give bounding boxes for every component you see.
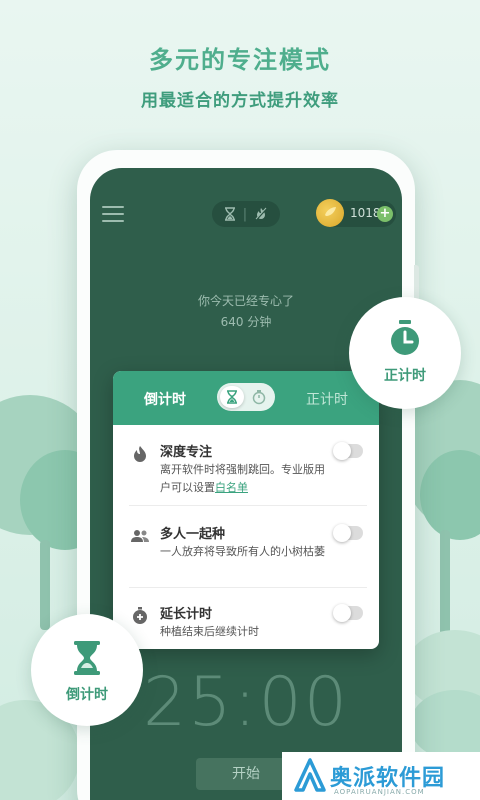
toggle-knob: [220, 386, 244, 408]
group-icon: [131, 530, 149, 542]
option-description: 一人放弃将导致所有人的小树枯萎: [160, 545, 325, 558]
deep-focus-switch[interactable]: [333, 442, 363, 460]
watermark-subtext: AOPAIRUANJIAN.COM: [334, 788, 425, 796]
divider: [129, 505, 367, 506]
hourglass-icon: [74, 641, 100, 675]
fire-icon: [134, 446, 146, 462]
option-title: 多人一起种: [160, 527, 226, 542]
option-description: 种植结束后继续计时: [160, 625, 259, 638]
headline: 多元的专注模式: [149, 46, 331, 74]
pill-divider: |: [242, 206, 248, 222]
hourglass-icon: [224, 207, 235, 221]
coin-counter[interactable]: 1018 +: [316, 199, 396, 227]
focus-summary-line1: 你今天已经专心了: [197, 294, 294, 308]
menu-icon[interactable]: [102, 206, 124, 224]
subheadline: 用最适合的方式提升效率: [141, 91, 339, 111]
add-coins-button[interactable]: +: [377, 206, 393, 222]
option-title: 延长计时: [160, 607, 213, 622]
whitelist-link[interactable]: 白名单: [215, 481, 248, 494]
divider: [129, 587, 367, 588]
stopwatch-icon: [391, 320, 419, 355]
coin-count: 1018: [350, 206, 381, 220]
stopwatch-plus-icon: [133, 607, 147, 624]
focus-mode-popup: 倒计时 正计时 深度专注 离开软件时将强制跳回。专业版用户可以设置白名单 多人一…: [113, 371, 379, 649]
extend-timer-switch[interactable]: [333, 604, 363, 622]
tab-countdown[interactable]: 倒计时: [144, 389, 186, 409]
start-button[interactable]: 开始: [196, 758, 296, 790]
tab-countup[interactable]: 正计时: [306, 389, 348, 409]
countdown-badge-label: 倒计时: [66, 687, 108, 703]
timer-mode-toggle[interactable]: [217, 383, 275, 411]
stopwatch-icon: [251, 389, 267, 409]
watermark-logo-icon: [294, 758, 326, 792]
coin-icon: [316, 199, 344, 227]
watermark: 奥派软件园 AOPAIRUANJIAN.COM: [282, 752, 480, 800]
multiplayer-switch[interactable]: [333, 524, 363, 542]
countup-badge-label: 正计时: [384, 368, 426, 384]
option-description: 离开软件时将强制跳回。专业版用户可以设置白名单: [160, 463, 325, 494]
hourglass-icon: [227, 390, 237, 404]
countup-badge[interactable]: 正计时: [349, 297, 461, 409]
countdown-badge[interactable]: 倒计时: [31, 614, 143, 726]
mode-selector[interactable]: |: [212, 201, 280, 227]
popup-header: 倒计时 正计时: [113, 371, 379, 425]
option-title: 深度专注: [160, 445, 213, 460]
no-fire-icon: [255, 207, 268, 221]
